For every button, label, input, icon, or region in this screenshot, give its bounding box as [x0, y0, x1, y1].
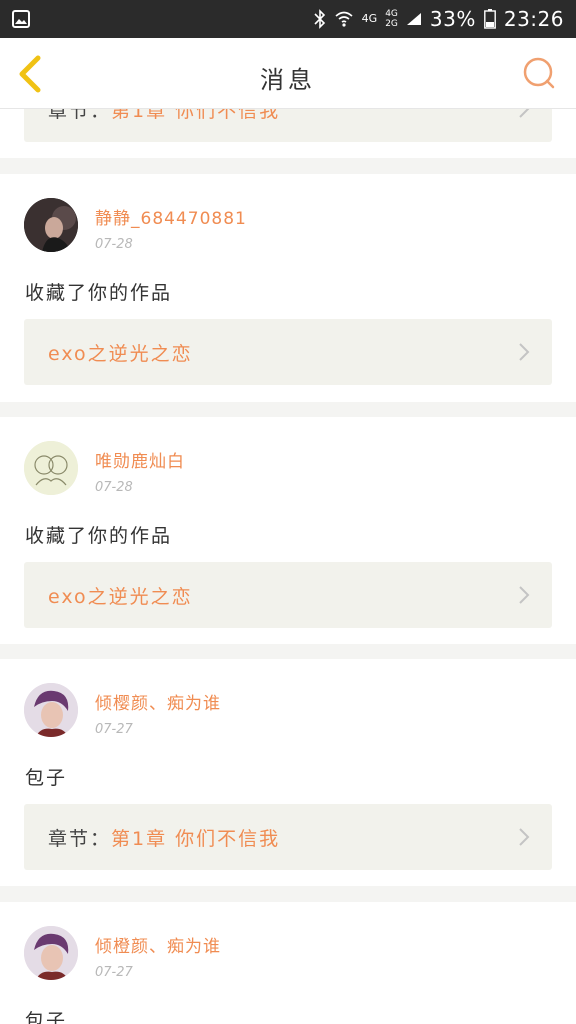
list-item: 静静_684470881 07-28 收藏了你的作品 exo之逆光之恋 [0, 174, 576, 402]
username[interactable]: 倾樱颜、痴为谁 [95, 689, 221, 714]
network-type-1: 4G [361, 12, 378, 25]
status-bar: 4G 4G 2G 33% 23:26 [0, 0, 576, 38]
network-type-2: 4G 2G [385, 9, 398, 29]
chapter-link[interactable]: 章节：第1章 你们不信我 [24, 804, 552, 870]
message-date: 07-27 [95, 722, 133, 737]
avatar[interactable] [24, 198, 78, 252]
username[interactable]: 倾橙颜、痴为谁 [95, 932, 221, 957]
signal-icon [406, 13, 421, 25]
battery-icon [483, 9, 496, 29]
list-item: 倾橙颜、痴为谁 07-27 包子 [0, 902, 576, 1024]
bluetooth-icon [314, 9, 325, 29]
avatar[interactable] [24, 441, 78, 495]
chapter-label: 章节： [48, 108, 112, 122]
username[interactable]: 静静_684470881 [95, 204, 247, 229]
message-date: 07-28 [95, 237, 133, 252]
message-text: 包子 [25, 1010, 68, 1024]
list-item: 倾樱颜、痴为谁 07-27 包子 章节：第1章 你们不信我 [0, 659, 576, 886]
chevron-right-icon [519, 586, 530, 604]
work-link[interactable]: exo之逆光之恋 [24, 319, 552, 385]
message-text: 收藏了你的作品 [25, 282, 173, 304]
work-title: exo之逆光之恋 [48, 586, 193, 608]
avatar[interactable] [24, 926, 78, 980]
wifi-icon [335, 11, 353, 27]
message-list[interactable]: 章节：第1章 你们不信我 静静_684470881 07-28 收藏了你的作品 … [0, 108, 576, 1024]
list-item: 章节：第1章 你们不信我 [0, 108, 576, 158]
battery-percent: 33% [429, 7, 476, 31]
chevron-right-icon [519, 108, 530, 118]
chevron-right-icon [519, 343, 530, 361]
message-text: 包子 [25, 767, 68, 789]
work-link[interactable]: exo之逆光之恋 [24, 562, 552, 628]
username[interactable]: 唯勋鹿灿白 [95, 447, 185, 472]
list-item: 唯勋鹿灿白 07-28 收藏了你的作品 exo之逆光之恋 [0, 417, 576, 644]
app-header: 消息 [0, 38, 576, 109]
gallery-notification-icon [12, 10, 30, 28]
chapter-name: 第1章 你们不信我 [111, 828, 281, 850]
message-date: 07-27 [95, 965, 133, 980]
message-text: 收藏了你的作品 [25, 525, 173, 547]
work-title: exo之逆光之恋 [48, 343, 193, 365]
chapter-link[interactable]: 章节：第1章 你们不信我 [24, 108, 552, 142]
chapter-label: 章节： [48, 828, 112, 850]
message-date: 07-28 [95, 480, 133, 495]
chevron-right-icon [519, 828, 530, 846]
chapter-name: 第1章 你们不信我 [111, 108, 281, 122]
search-icon[interactable] [522, 56, 556, 90]
page-title: 消息 [260, 66, 316, 94]
clock: 23:26 [503, 7, 564, 31]
avatar[interactable] [24, 683, 78, 737]
